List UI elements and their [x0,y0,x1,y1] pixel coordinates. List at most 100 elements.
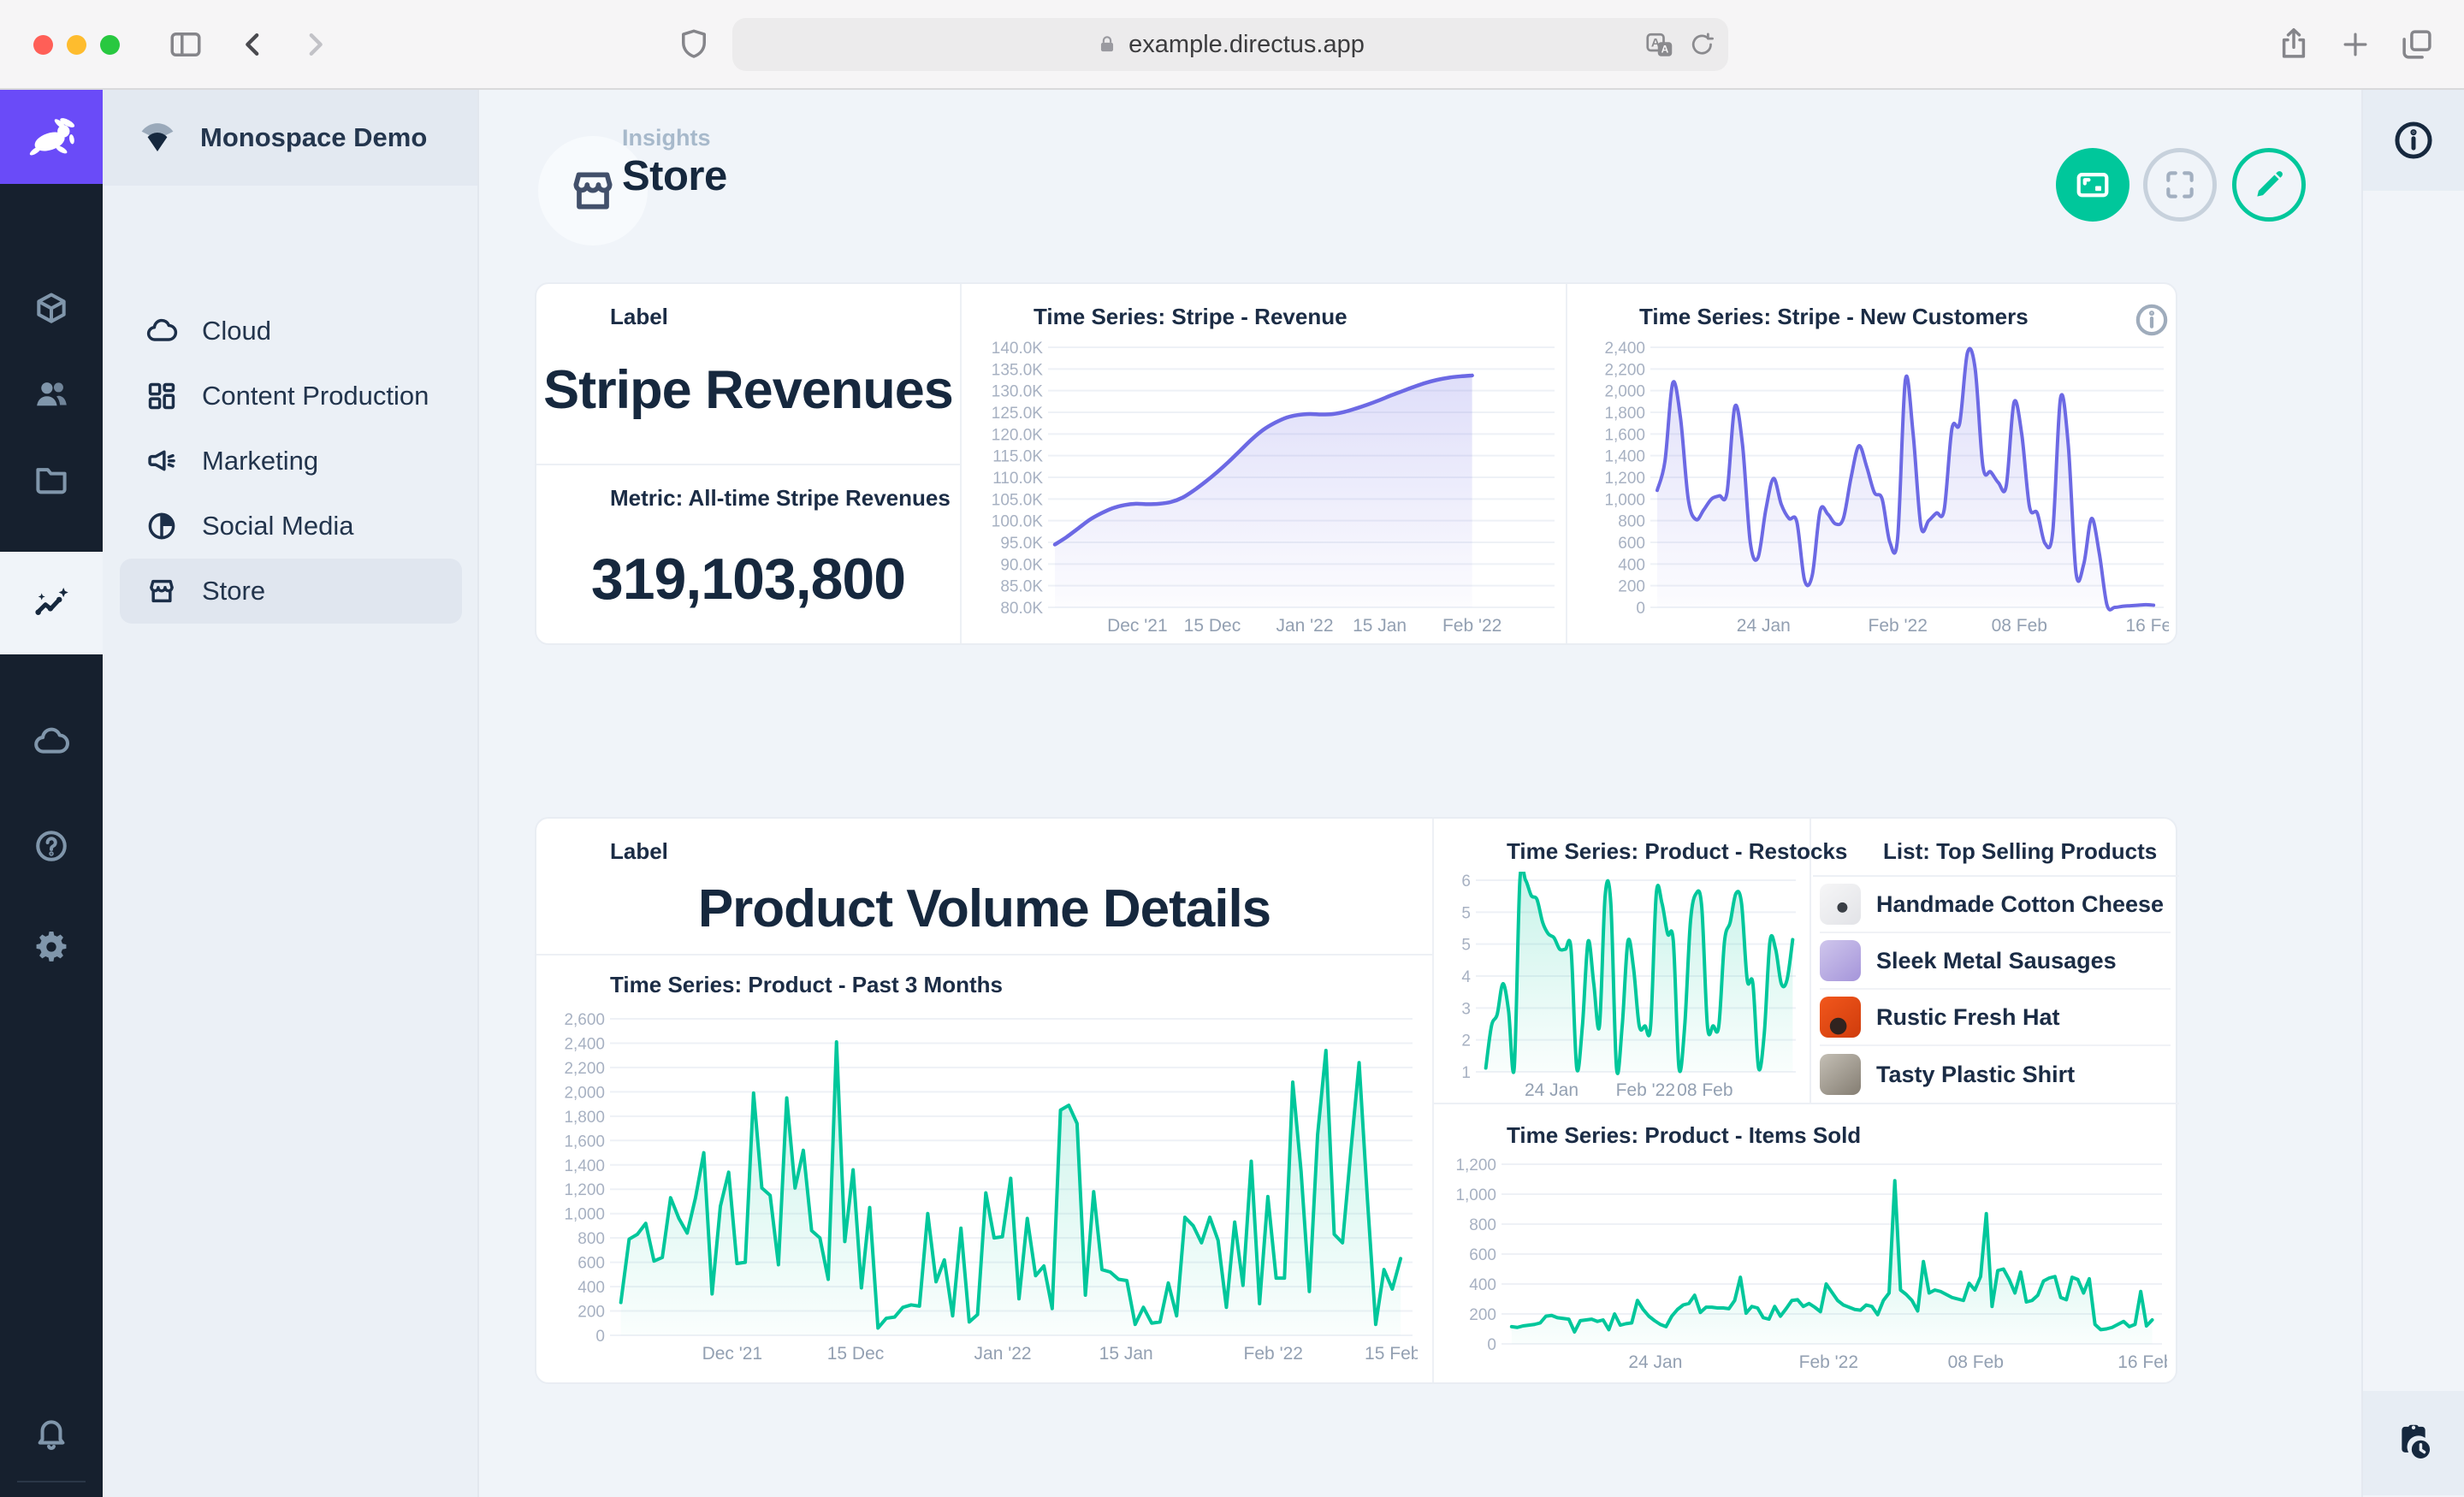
fit-to-screen-icon [2073,165,2112,204]
breadcrumb[interactable]: Insights [622,125,711,151]
module-users-button[interactable] [0,352,103,437]
megaphone-icon [145,445,178,477]
svg-text:16 Feb: 16 Feb [2118,1352,2167,1372]
activity-log-button[interactable] [2363,1391,2464,1495]
product-thumbnail [1820,940,1861,981]
svg-text:1,400: 1,400 [564,1157,605,1175]
svg-text:130.0K: 130.0K [992,383,1044,401]
product-name: Sleek Metal Sausages [1876,948,2117,974]
panel-header-text: Time Series: Product - Past 3 Months [610,972,1003,998]
browser-toolbar: example.directus.app AA [0,0,2464,90]
project-logo-icon [137,117,178,158]
module-cloud-button[interactable] [0,699,103,784]
module-files-button[interactable] [0,437,103,523]
svg-text:95.0K: 95.0K [1000,535,1043,553]
address-bar[interactable]: example.directus.app AA [732,18,1728,71]
svg-text:200: 200 [578,1304,605,1322]
sidebar-item-label: Store [202,576,265,606]
module-content-button[interactable] [0,266,103,352]
svg-text:2,400: 2,400 [1604,340,1645,358]
metric-value: 319,103,800 [536,546,960,612]
module-bar [0,90,103,1497]
translate-icon[interactable]: AA [1644,30,1675,61]
back-icon[interactable] [236,27,270,62]
fullscreen-button[interactable] [2143,148,2217,222]
new-tab-icon[interactable] [2339,28,2372,61]
svg-text:08 Feb: 08 Feb [1992,616,2047,636]
edit-dashboard-button[interactable] [2232,148,2306,222]
module-help-button[interactable] [0,803,103,889]
new-customers-chart: 2,4002,2002,0001,8001,6001,4001,2001,000… [1590,339,2169,636]
list-item[interactable]: Handmade Cotton Cheese [1820,877,2171,933]
svg-text:0: 0 [595,1328,605,1346]
svg-text:0: 0 [1636,600,1645,618]
project-name: Monospace Demo [200,122,427,153]
svg-text:400: 400 [578,1279,605,1297]
svg-text:800: 800 [578,1230,605,1248]
notifications-button[interactable] [0,1390,103,1476]
zoom-window-button[interactable] [100,35,120,55]
info-sidebar-button[interactable] [2363,90,2464,191]
sidebar-item-store[interactable]: Store [120,559,462,624]
panel-info-icon[interactable] [2133,301,2171,339]
svg-text:90.0K: 90.0K [1000,556,1043,574]
panel-header-metric: Metric: All-time Stripe Revenues [566,482,951,513]
storefront-icon [145,575,178,607]
panel-header-top-selling: List: Top Selling Products [1839,836,2157,867]
bar-chart-icon [566,482,596,513]
svg-text:15 Jan: 15 Jan [1353,616,1407,636]
top-selling-products-list: Handmade Cotton Cheese Sleek Metal Sausa… [1820,877,2171,1103]
insights-icon [32,583,71,623]
panel-header-text: Time Series: Stripe - New Customers [1639,304,2029,330]
cloud-icon [145,315,178,347]
sidebar-item-label: Content Production [202,381,429,411]
list-item[interactable]: Tasty Plastic Shirt [1820,1046,2171,1103]
clipboard-clock-icon [2391,1421,2436,1465]
panel-header-past-3-months: Time Series: Product - Past 3 Months [566,969,1003,1000]
sidebar-item-cloud[interactable]: Cloud [120,299,462,364]
svg-text:15 Feb: 15 Feb [1365,1344,1418,1364]
forward-icon[interactable] [298,27,332,62]
divider [536,954,1432,956]
svg-text:2,200: 2,200 [1604,361,1645,379]
close-window-button[interactable] [33,35,53,55]
revenue-chart: 140.0K135.0K130.0K125.0K120.0K115.0K110.… [981,339,1560,636]
storefront-icon [566,164,619,217]
sidebar-item-label: Cloud [202,316,271,346]
sidebar-item-social-media[interactable]: Social Media [120,494,462,559]
svg-text:200: 200 [1618,578,1645,596]
svg-text:600: 600 [578,1255,605,1273]
panel-group-product: Label Product Volume Details Time Series… [535,817,2177,1384]
sidebar-item-content-production[interactable]: Content Production [120,364,462,429]
list-item[interactable]: Sleek Metal Sausages [1820,933,2171,990]
reload-icon[interactable] [1688,31,1716,59]
svg-text:1,000: 1,000 [1455,1186,1496,1204]
sidebar-item-marketing[interactable]: Marketing [120,429,462,494]
project-header[interactable]: Monospace Demo [103,90,477,186]
svg-text:1,200: 1,200 [1455,1157,1496,1175]
sidebar-item-label: Social Media [202,511,353,541]
bar-chart-icon [566,969,596,1000]
bar-chart-icon [1595,301,1626,332]
svg-text:15 Dec: 15 Dec [827,1344,885,1364]
module-insights-button[interactable] [0,552,103,654]
page-title: Store [622,152,727,200]
tab-overview-icon[interactable] [2399,27,2435,62]
list-item[interactable]: Rustic Fresh Hat [1820,990,2171,1046]
svg-text:Feb '22: Feb '22 [1799,1352,1858,1372]
svg-text:120.0K: 120.0K [992,426,1044,444]
fit-to-screen-button[interactable] [2056,148,2129,222]
svg-text:2,000: 2,000 [1604,383,1645,401]
directus-logo[interactable] [0,90,103,184]
svg-text:6: 6 [1461,873,1471,891]
product-name: Rustic Fresh Hat [1876,1004,2060,1031]
minimize-window-button[interactable] [67,35,86,55]
share-icon[interactable] [2276,23,2312,64]
product-name: Handmade Cotton Cheese [1876,891,2164,918]
privacy-shield-icon[interactable] [676,26,712,63]
product-name: Tasty Plastic Shirt [1876,1062,2075,1088]
sidebar-toggle-icon[interactable] [168,27,204,62]
svg-text:24 Jan: 24 Jan [1525,1080,1578,1100]
panel-header-text: Time Series: Product - Restocks [1507,838,1847,865]
module-settings-button[interactable] [0,904,103,990]
